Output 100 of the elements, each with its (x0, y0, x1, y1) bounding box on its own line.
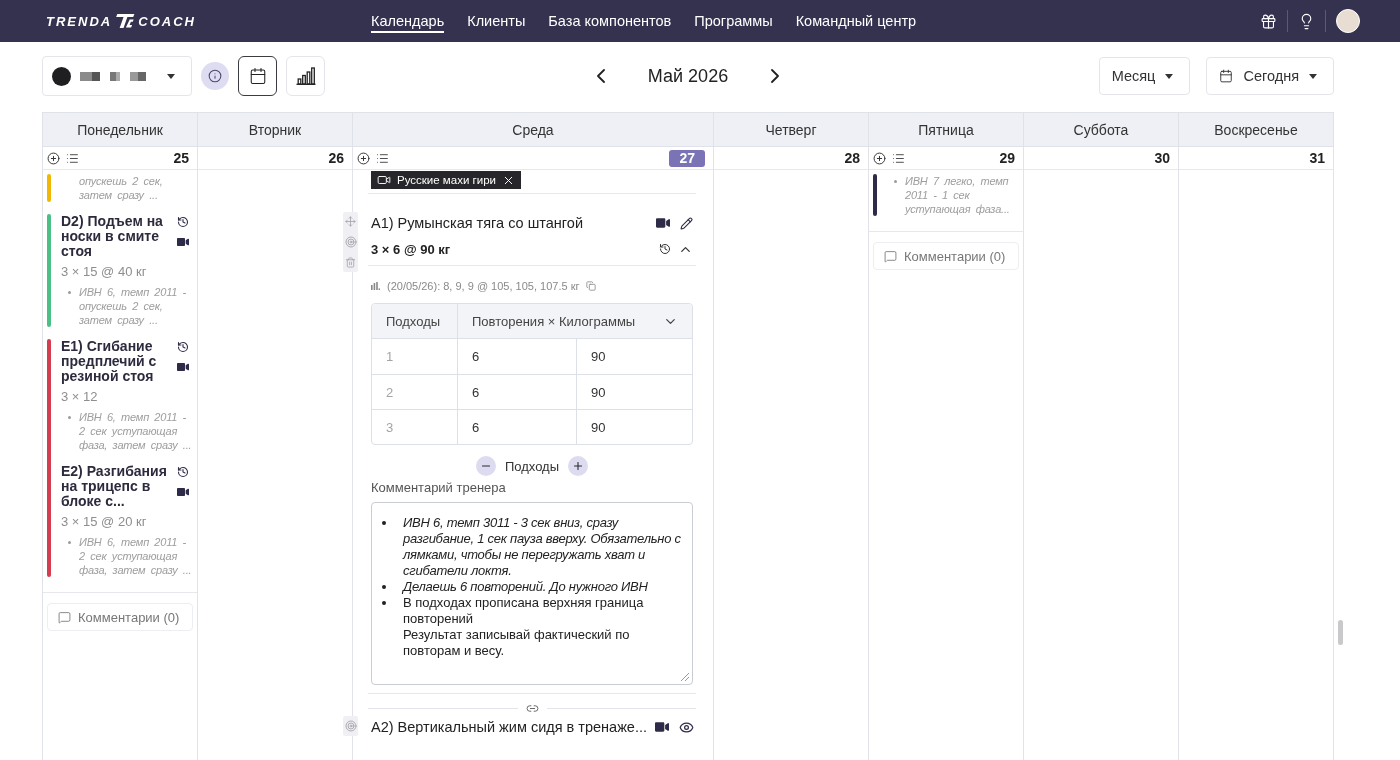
chat-icon (884, 249, 897, 263)
exercise-prescription: 3 × 6 @ 90 кг (371, 241, 451, 257)
weekday-header: Вторник (198, 113, 353, 146)
exercise-note: ИВН 7 легко, темп 2011 - 1 сек уступающая фаза... (905, 174, 1011, 216)
caret-icon (1309, 73, 1317, 79)
bullet-icon (382, 601, 386, 605)
reps-input[interactable]: 6 (457, 410, 576, 444)
redacted-name (80, 71, 146, 81)
exercise-title: A2) Вертикальный жим сидя в тренаже... (371, 719, 648, 735)
video-icon[interactable] (176, 486, 189, 498)
column-header: Подходы (386, 313, 441, 329)
remove-set-button[interactable] (475, 456, 496, 476)
comment-text: В подходах прописана верхняя граница повторений Результат записывай фактический по повторам и весу. (403, 595, 645, 659)
list-icon[interactable] (892, 151, 905, 165)
pencil-icon[interactable] (680, 216, 693, 230)
logo-text: TRENDA (46, 13, 113, 29)
weekday-header: Пятница (869, 113, 1024, 146)
weekday-header: Четверг (714, 113, 869, 146)
history-icon[interactable] (176, 466, 189, 478)
weekday-header: Понедельник (43, 113, 198, 146)
caret-icon (167, 73, 175, 79)
exercise-note: ИВН 6, темп 2011 - 2 сек уступающая фаза, затем сразу ... (79, 535, 193, 577)
plus-icon (572, 460, 585, 472)
reps-input[interactable]: 6 (457, 375, 576, 409)
exercise-note: ИВН 6, темп 2011 - 2 сек уступающая фаза, затем сразу ... (79, 410, 193, 452)
info-icon (208, 69, 222, 83)
gift-icon[interactable] (1260, 12, 1277, 30)
period-title: Май 2026 (647, 65, 729, 87)
history-icon[interactable] (176, 216, 189, 228)
view-button[interactable] (238, 56, 277, 96)
weight-input[interactable]: 90 (576, 410, 692, 444)
exercise-title: E2) Разгибания на трицепс в блоке с... (61, 464, 168, 509)
add-set-button[interactable] (568, 456, 589, 476)
list-icon[interactable] (66, 151, 79, 165)
exercise-prescription: 3 × 15 @ 40 кг (61, 264, 148, 280)
next-month-button[interactable] (771, 69, 780, 83)
video-icon[interactable] (176, 361, 189, 373)
day-number: 30 (1154, 150, 1170, 166)
sets-label: Подходы (504, 458, 560, 474)
comments-button[interactable]: Комментарии (0) (47, 603, 193, 631)
plus-circle-icon[interactable] (357, 151, 370, 165)
exercise-title: D2) Подъем на носки в смите стоя (61, 214, 164, 259)
list-icon[interactable] (376, 151, 389, 165)
comments-button[interactable]: Комментарии (0) (873, 242, 1019, 270)
nav-link[interactable]: Календарь (371, 9, 445, 33)
nav-link[interactable]: Командный центр (795, 9, 917, 33)
weight-input[interactable]: 90 (576, 375, 692, 409)
bar-chart-icon (371, 282, 380, 290)
day-number: 27 (669, 149, 705, 167)
exercise-title: E1) Сгибание предплечий с резиной стоя (61, 339, 158, 384)
comment-field[interactable] (371, 502, 693, 685)
client-select[interactable] (42, 56, 192, 96)
info-button[interactable] (201, 62, 229, 90)
nav-link[interactable]: Клиенты (467, 9, 526, 33)
previous-month-button[interactable] (596, 69, 605, 83)
video-icon (377, 173, 391, 187)
weekday-header: Воскресенье (1179, 113, 1334, 146)
day-number: 26 (328, 150, 344, 166)
avatar-icon (52, 66, 71, 86)
reps-input[interactable]: 6 (457, 339, 576, 374)
weight-input[interactable]: 90 (576, 339, 692, 374)
caret-icon (1165, 73, 1174, 79)
video-tag[interactable]: Русские махи гири (371, 171, 521, 189)
day-number: 29 (999, 150, 1015, 166)
plus-circle-icon[interactable] (47, 151, 60, 165)
video-icon[interactable] (656, 216, 670, 230)
history-icon[interactable] (176, 341, 189, 353)
set-number: 2 (385, 383, 395, 402)
calendar-icon (1219, 69, 1234, 83)
column-header: Повторения × Килограммы (472, 313, 636, 329)
exercise-prescription: 3 × 12 (61, 389, 99, 405)
nav-link[interactable]: Программы (694, 9, 773, 33)
exercise-note: ИВН 6, темп 2011 - опускешь 2 сек, затем сразу ... (79, 285, 188, 327)
logo-text: COACH (138, 13, 196, 29)
day-number: 28 (844, 150, 860, 166)
resize-handle-icon (679, 671, 689, 681)
set-number: 1 (385, 348, 395, 366)
today-button[interactable]: Сегодня (1206, 57, 1334, 95)
comment-text: Делаешь 6 повторений. До нужного ИВН (403, 579, 648, 595)
weekday-header: Среда (353, 113, 714, 146)
day-number: 25 (173, 150, 189, 166)
avatar-icon[interactable] (1336, 9, 1360, 33)
plus-circle-icon[interactable] (873, 151, 886, 165)
view-select[interactable]: Месяц (1098, 57, 1191, 95)
chat-icon (58, 610, 71, 624)
exercise-note: опускешь 2 сек, затем сразу ... (79, 174, 164, 202)
chevron-right-icon (771, 69, 780, 83)
video-icon[interactable] (655, 720, 670, 734)
nav-link[interactable]: База компонентов (548, 9, 672, 33)
comment-text: ИВН 6, темп 3011 - 3 сек вниз, сразу разгибание, 1 сек пауза вверху. Обязательно с лямками, чтобы не перегружать хват и сгибатели локтя. (403, 515, 682, 579)
eye-icon[interactable] (679, 719, 695, 735)
logo-mark-icon (115, 12, 136, 30)
scrollbar-thumb (1338, 620, 1343, 645)
chevron-left-icon (596, 69, 605, 83)
previous-result: (20/05/26): 8, 9, 9 @ 105, 105, 107.5 кг (387, 280, 580, 292)
set-number: 3 (385, 418, 395, 437)
history-icon[interactable] (659, 243, 671, 255)
weekday-header: Суббота (1024, 113, 1179, 146)
bullet-icon (382, 585, 386, 589)
video-icon[interactable] (176, 236, 189, 248)
